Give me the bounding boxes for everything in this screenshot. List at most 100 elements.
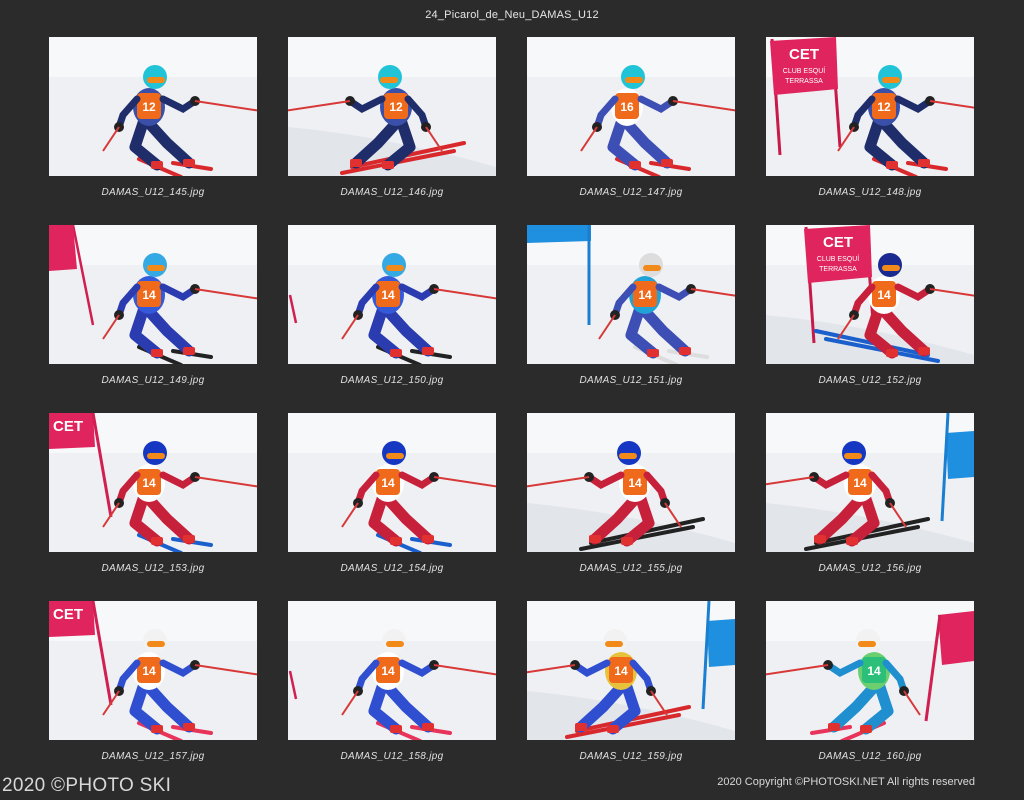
gate-text: CET	[53, 418, 83, 435]
thumbnail-cell: 14 DAMAS_U12_156.jpg	[766, 413, 974, 601]
goggles	[147, 641, 165, 647]
photo-thumbnail[interactable]: 14	[288, 225, 496, 364]
thumbnail-grid: 12 DAMAS_U12_145.jpg 12 DAMAS_U12_146.jpg 16…	[49, 37, 975, 789]
thumbnail-cell: 14 DAMAS_U12_154.jpg	[288, 413, 496, 601]
ski-boot	[183, 723, 195, 731]
thumbnail-cell: CET 14 DAMAS_U12_157.jpg	[49, 601, 257, 789]
bib-number: 12	[877, 100, 891, 114]
ski-boot	[679, 347, 691, 355]
goggles	[643, 265, 661, 271]
photo-thumbnail[interactable]: 14	[766, 601, 974, 740]
ski-boot	[151, 537, 163, 545]
thumbnail-cell: CET CLUB ESQUÍ TERRASSA 12 DAMAS_U12_148.jpg	[766, 37, 974, 225]
goggles	[386, 265, 404, 271]
ski-boot	[422, 723, 434, 731]
photo-filename: DAMAS_U12_158.jpg	[340, 751, 444, 762]
gate-text: TERRASSA	[819, 266, 857, 273]
thumbnail-cell: 12 DAMAS_U12_146.jpg	[288, 37, 496, 225]
copyright-notice: 2020 Copyright ©PHOTOSKI.NET All rights …	[717, 776, 975, 788]
goggles	[619, 453, 637, 459]
goggles	[882, 77, 900, 83]
photo-filename: DAMAS_U12_157.jpg	[101, 751, 205, 762]
photo-filename: DAMAS_U12_150.jpg	[340, 375, 444, 386]
ski-boot	[151, 349, 163, 357]
ski-boot	[607, 725, 619, 733]
ski-boot	[575, 723, 587, 731]
ski-boot	[629, 161, 641, 169]
gate-banner	[946, 431, 974, 479]
bib-number: 14	[638, 288, 652, 302]
gate-banner	[707, 619, 735, 667]
thumbnail-cell: CET CLUB ESQUÍ TERRASSA 14 DAMAS_U12_152.jpg	[766, 225, 974, 413]
bib-number: 14	[142, 664, 156, 678]
gate-text: CLUB ESQUÍ	[783, 66, 825, 75]
goggles	[882, 265, 900, 271]
photo-filename: DAMAS_U12_159.jpg	[579, 751, 683, 762]
thumbnail-cell: 14 DAMAS_U12_149.jpg	[49, 225, 257, 413]
ski-boot	[860, 725, 872, 733]
ski-boot	[918, 159, 930, 167]
photo-filename: DAMAS_U12_152.jpg	[818, 375, 922, 386]
photo-thumbnail[interactable]: 12	[49, 37, 257, 176]
goggles	[386, 641, 404, 647]
ski-boot	[886, 349, 898, 357]
ski-boot	[183, 347, 195, 355]
thumbnail-cell: 16 DAMAS_U12_147.jpg	[527, 37, 735, 225]
photo-thumbnail[interactable]: CET 14	[49, 413, 257, 552]
bib-number: 14	[877, 288, 891, 302]
photo-thumbnail[interactable]: CET CLUB ESQUÍ TERRASSA 14	[766, 225, 974, 364]
ski-boot	[151, 725, 163, 733]
photo-thumbnail[interactable]: CET CLUB ESQUÍ TERRASSA 12	[766, 37, 974, 176]
gate-banner	[49, 225, 77, 271]
thumbnail-cell: 14 DAMAS_U12_160.jpg	[766, 601, 974, 789]
snow-background	[527, 601, 735, 641]
ski-boot	[350, 159, 362, 167]
goggles	[147, 453, 165, 459]
goggles	[386, 453, 404, 459]
thumbnail-cell: 14 DAMAS_U12_151.jpg	[527, 225, 735, 413]
photo-thumbnail[interactable]: 16	[527, 37, 735, 176]
ski-boot	[589, 535, 601, 543]
thumbnail-cell: 14 DAMAS_U12_158.jpg	[288, 601, 496, 789]
bib-number: 14	[142, 288, 156, 302]
ski-boot	[183, 159, 195, 167]
ski-boot	[828, 723, 840, 731]
goggles	[147, 265, 165, 271]
bib-number: 12	[142, 100, 156, 114]
photo-thumbnail[interactable]: 14	[288, 601, 496, 740]
bib-number: 14	[867, 664, 881, 678]
bib-number: 14	[142, 476, 156, 490]
photo-filename: DAMAS_U12_148.jpg	[818, 187, 922, 198]
photo-thumbnail[interactable]: 14	[527, 601, 735, 740]
ski-boot	[151, 161, 163, 169]
photo-thumbnail[interactable]: 14	[766, 413, 974, 552]
photo-thumbnail[interactable]: 14	[527, 413, 735, 552]
photo-thumbnail[interactable]: 14	[527, 225, 735, 364]
bib-number: 14	[628, 476, 642, 490]
photo-filename: DAMAS_U12_160.jpg	[818, 751, 922, 762]
ski-boot	[390, 537, 402, 545]
ski-boot	[422, 347, 434, 355]
bib-number: 12	[389, 100, 403, 114]
photo-filename: DAMAS_U12_151.jpg	[579, 375, 683, 386]
gate-text: CET	[823, 234, 853, 251]
photo-thumbnail[interactable]: 14	[288, 413, 496, 552]
ski-boot	[422, 535, 434, 543]
ski-boot	[390, 725, 402, 733]
ski-boot	[621, 537, 633, 545]
photo-filename: DAMAS_U12_153.jpg	[101, 563, 205, 574]
photo-ski-watermark: 2020 ©PHOTO SKI	[2, 775, 172, 796]
photo-thumbnail[interactable]: CET 14	[49, 601, 257, 740]
gate-text: CLUB ESQUÍ	[817, 254, 859, 263]
photo-filename: DAMAS_U12_149.jpg	[101, 375, 205, 386]
photo-filename: DAMAS_U12_156.jpg	[818, 563, 922, 574]
photo-filename: DAMAS_U12_155.jpg	[579, 563, 683, 574]
photo-thumbnail[interactable]: 14	[49, 225, 257, 364]
gate-text: CET	[53, 606, 83, 623]
goggles	[605, 641, 623, 647]
ski-boot	[390, 349, 402, 357]
bib-number: 14	[381, 288, 395, 302]
photo-thumbnail[interactable]: 12	[288, 37, 496, 176]
photo-filename: DAMAS_U12_154.jpg	[340, 563, 444, 574]
goggles	[858, 641, 876, 647]
